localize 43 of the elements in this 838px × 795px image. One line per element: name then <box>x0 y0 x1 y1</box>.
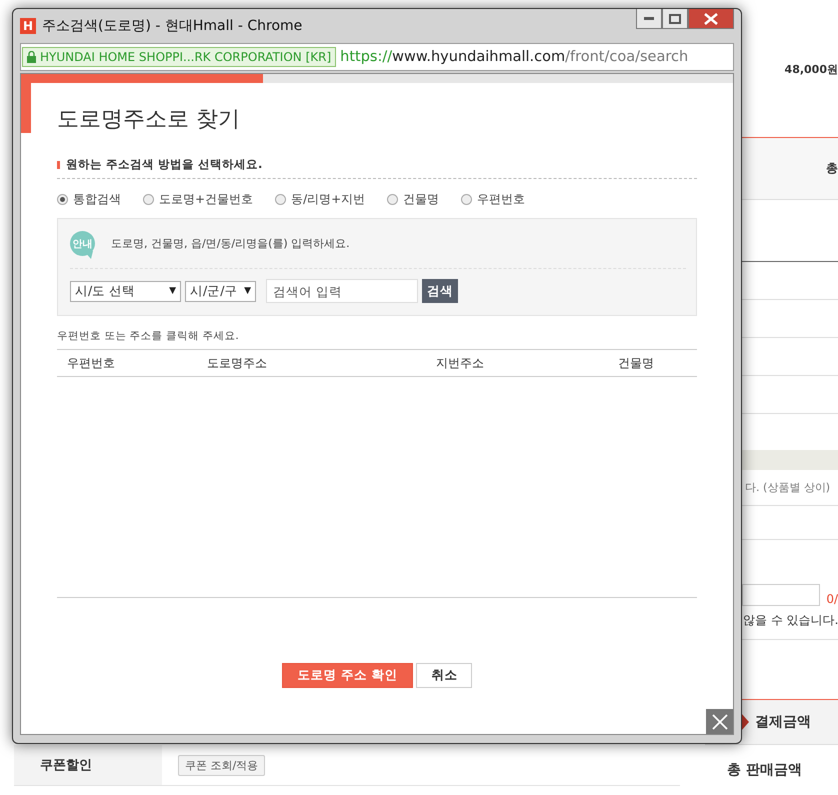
coupon-button[interactable]: 쿠폰 조회/적용 <box>178 754 266 776</box>
cancel-button[interactable]: 취소 <box>416 663 472 688</box>
app-icon: H <box>20 18 36 34</box>
accent-bar <box>21 83 31 133</box>
minimize-icon <box>644 16 654 20</box>
section-label: 원하는 주소검색 방법을 선택하세요. <box>66 157 262 172</box>
maximize-icon <box>669 14 681 24</box>
hint-text: 우편번호 또는 주소를 클릭해 주세요. <box>57 329 240 344</box>
close-button[interactable] <box>706 709 733 734</box>
total-label: 총 <box>826 160 838 177</box>
close-icon <box>704 12 718 24</box>
radio-option[interactable]: 도로명+건물번호 <box>143 191 254 208</box>
close-button[interactable] <box>688 9 734 29</box>
price-text: 48,000원 <box>784 62 838 77</box>
close-icon <box>712 714 728 730</box>
note-text: 다. (상품별 상이) <box>745 480 830 495</box>
column-header: 도로명주소 <box>207 354 268 372</box>
maximize-button[interactable] <box>662 9 688 29</box>
url-text: https://www.hyundaihmall.com/front/coa/search <box>340 49 688 65</box>
page-heading: 도로명주소로 찾기 <box>57 106 240 134</box>
row-label: 쿠폰할인 <box>14 745 162 785</box>
search-button[interactable]: 검색 <box>422 279 458 303</box>
radio-option[interactable]: 동/리명+지번 <box>275 191 366 208</box>
guide-badge: 안내 <box>70 231 95 256</box>
section-heading: 결제금액 <box>755 713 811 731</box>
minimize-button[interactable] <box>636 9 662 29</box>
total-sales-label: 총 판매금액 <box>727 761 802 779</box>
column-header: 우편번호 <box>67 354 116 372</box>
search-field[interactable]: 검색어 입력 <box>266 279 418 303</box>
dropdown[interactable]: 시/도 선택 ▼ <box>70 280 181 302</box>
radio-option[interactable]: 건물명 <box>387 191 440 208</box>
notice-text: 않을 수 있습니다. <box>743 612 838 629</box>
window-title: 주소검색(도로명) - 현대Hmall - Chrome <box>42 17 304 35</box>
radio-option[interactable]: 통합검색 <box>57 191 121 208</box>
dropdown[interactable]: 시/군/구 ▼ <box>185 280 256 302</box>
column-header: 지번주소 <box>436 354 485 372</box>
text-field[interactable] <box>742 584 820 606</box>
address-bar[interactable]: HYUNDAI HOME SHOPPI...RK CORPORATION [KR] https://www.hyundaihmall.com/front/coa/search <box>20 43 734 71</box>
radio-option[interactable]: 우편번호 <box>461 191 526 208</box>
char-counter: 0/ <box>826 592 838 606</box>
guide-text: 도로명, 건물명, 읍/면/동/리명을(를) 입력하세요. <box>111 236 350 251</box>
bullet-icon <box>57 160 60 168</box>
column-header: 건물명 <box>618 354 655 372</box>
